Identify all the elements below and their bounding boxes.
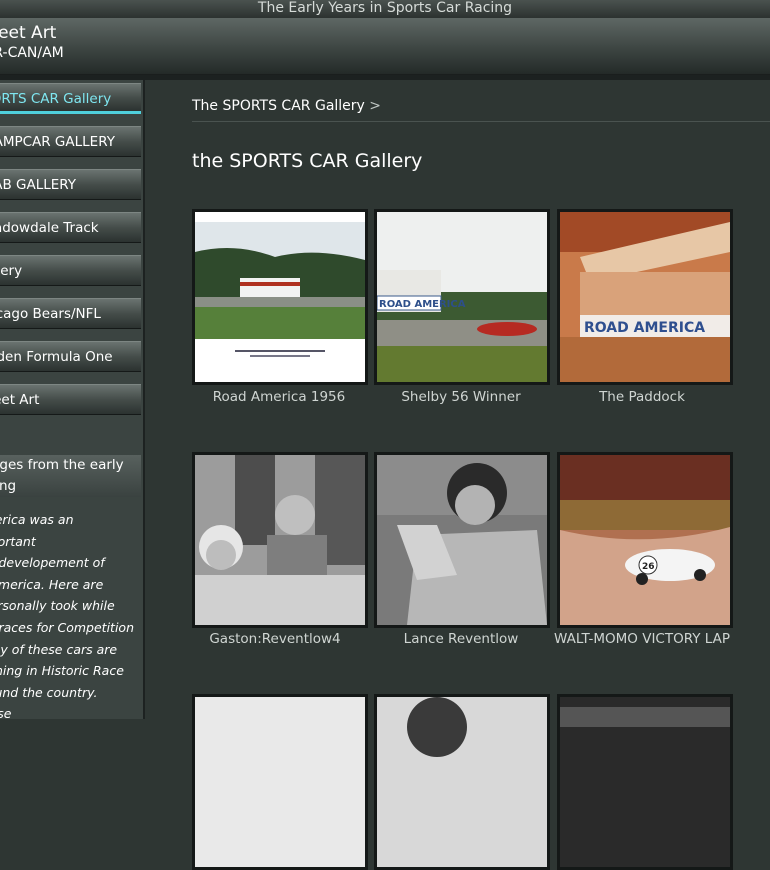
gallery-thumb-the-paddock[interactable]: ROAD AMERICA (557, 209, 733, 385)
window-title: The Early Years in Sports Car Racing (257, 0, 513, 16)
breadcrumb-current[interactable]: The SPORTS CAR Gallery (192, 98, 365, 114)
sidebar-box-title: Images from the early racing (0, 455, 141, 497)
sidebar-item-label: DRAB GALLERY (0, 177, 77, 193)
breadcrumb: The SPORTS CAR Gallery > (192, 98, 381, 114)
gallery-caption[interactable]: Lance Reventlow (366, 630, 556, 648)
sidebar-item-label: CHAMPCAR GALLERY (0, 134, 115, 150)
gallery-thumb-road-america-1956[interactable] (192, 209, 368, 385)
sidebar-item-label: Street Art (0, 392, 40, 408)
photo-shelby-56-winner: ROAD AMERICA (377, 212, 547, 382)
sidebar-item-sports-car-gallery[interactable]: SPORTS CAR Gallery (0, 83, 141, 114)
page-title: the SPORTS CAR Gallery (192, 150, 423, 172)
gallery-thumb-row3-3[interactable] (557, 694, 733, 870)
breadcrumb-separator: > (369, 98, 382, 114)
sidebar-item-label: Meadowdale Track (0, 220, 99, 236)
gallery-thumb-shelby-56-winner[interactable]: ROAD AMERICA (374, 209, 550, 385)
sidebar-item-meadowdale-track[interactable]: Meadowdale Track (0, 212, 141, 243)
photo-lance-reventlow (377, 455, 547, 625)
gallery-thumb-lance-reventlow[interactable] (374, 452, 550, 628)
gallery-thumb-row3-1[interactable] (192, 694, 368, 870)
window-title-bar: The Early Years in Sports Car Racing (0, 0, 770, 18)
gallery-thumb-gaston-reventlow4[interactable] (192, 452, 368, 628)
sidebar-item-chicago-bears-nfl[interactable]: Chicago Bears/NFL (0, 298, 141, 329)
photo-row3-3 (560, 697, 730, 867)
sidebar-item-drab-gallery[interactable]: DRAB GALLERY (0, 169, 141, 200)
photo-row3-1 (195, 697, 365, 867)
sidebar-item-label: SPORTS CAR Gallery (0, 91, 112, 107)
photo-row3-2 (377, 697, 547, 867)
gallery-caption[interactable]: Road America 1956 (184, 388, 374, 406)
site-subtitle: CAR-CAN/AM (0, 45, 64, 61)
gallery-caption[interactable]: WALT-MOMO VICTORY LAP (547, 630, 737, 648)
sidebar-item-champcar-gallery[interactable]: CHAMPCAR GALLERY (0, 126, 141, 157)
sidebar-description: America was an important the developemen… (0, 509, 141, 719)
photo-sign-text: ROAD AMERICA (379, 299, 466, 310)
photo-car-number: 26 (642, 562, 655, 572)
sidebar-description-text: America was an important the developemen… (0, 512, 134, 719)
sidebar-item-gallery[interactable]: Gallery (0, 255, 141, 286)
gallery-caption[interactable]: Gaston:Reventlow4 (180, 630, 370, 648)
sidebar-item-label: Golden Formula One (0, 349, 113, 365)
sidebar-box-title-text: Images from the early racing (0, 457, 124, 494)
photo-walt-momo-victory-lap: 26 (560, 455, 730, 625)
photo-the-paddock: ROAD AMERICA (560, 212, 730, 382)
gallery-caption[interactable]: The Paddock (547, 388, 737, 406)
sidebar-item-label: Gallery (0, 263, 23, 279)
gallery-caption[interactable]: Shelby 56 Winner (366, 388, 556, 406)
photo-gaston-reventlow4 (195, 455, 365, 625)
sidebar-item-street-art[interactable]: Street Art (0, 384, 141, 415)
site-title[interactable]: Street Art (0, 23, 56, 43)
gallery-thumb-walt-momo-victory-lap[interactable]: 26 (557, 452, 733, 628)
sidebar-item-label: Chicago Bears/NFL (0, 306, 101, 322)
site-header: Street Art CAR-CAN/AM (0, 18, 770, 75)
photo-road-america-1956 (195, 212, 365, 382)
photo-sign-text: ROAD AMERICA (584, 320, 705, 336)
breadcrumb-divider (192, 121, 770, 122)
sidebar-item-golden-formula-one[interactable]: Golden Formula One (0, 341, 141, 372)
gallery-thumb-row3-2[interactable] (374, 694, 550, 870)
